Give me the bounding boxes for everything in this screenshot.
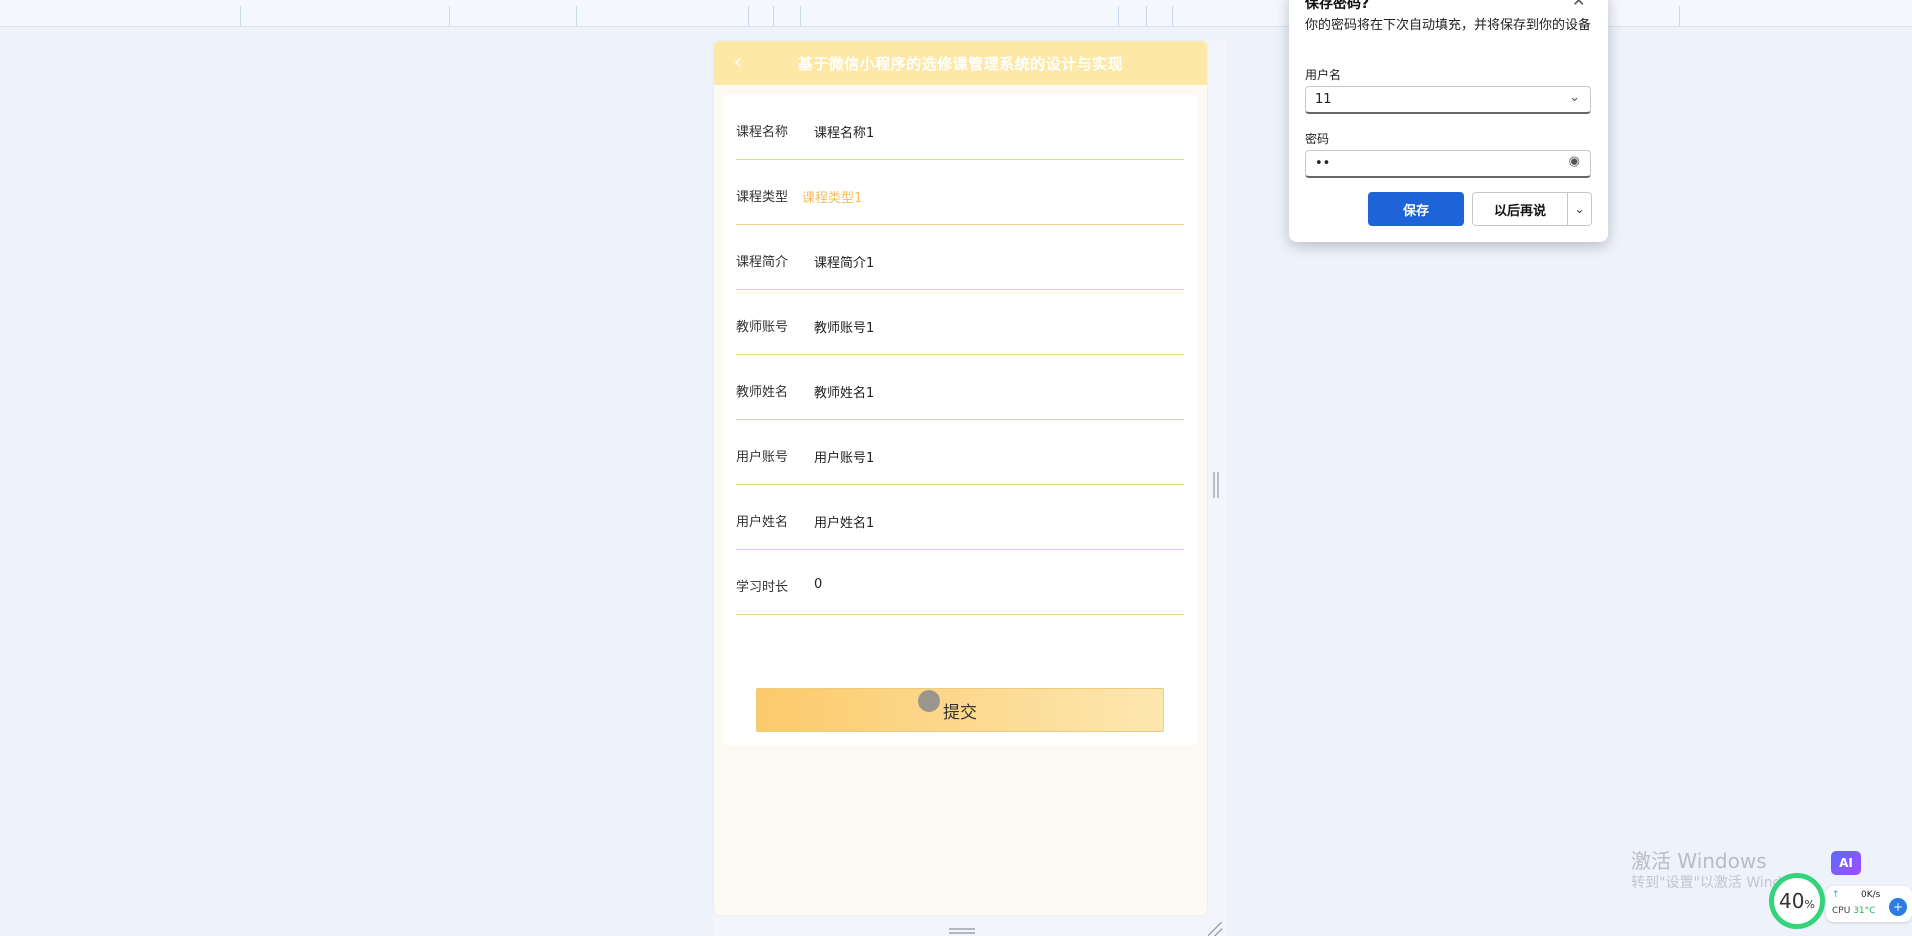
phone-screen: ‹ 基于微信小程序的选修课管理系统的设计与实现 课程名称 课程名称1 课程类型 … [714,41,1207,915]
more-options-chevron-icon[interactable]: ⌄ [1568,192,1592,226]
horizontal-resize-handle[interactable] [949,928,975,934]
top-ruler [0,0,1912,27]
cpu-temperature: CPU 31°C [1832,906,1875,916]
form-row-user-account: 用户账号 用户账号1 [736,420,1184,485]
popup-title: 保存密码? [1305,0,1370,12]
ruler-tick [449,6,450,26]
ruler-tick [748,6,749,26]
cpu-label: CPU [1832,906,1851,916]
ruler-tick [1679,6,1680,26]
form-row-course-intro: 课程简介 课程简介1 [736,225,1184,290]
eye-icon[interactable]: ◉ [1569,154,1580,169]
gauge-value: 40 [1779,889,1805,913]
field-label: 课程名称 [736,125,789,140]
back-arrow-icon[interactable]: ‹ [726,49,750,77]
submit-button[interactable]: 提交 [756,688,1164,732]
vertical-resize-handle[interactable] [1213,472,1219,498]
ruler-tick [1146,6,1147,26]
activation-watermark-title: 激活 Windows [1631,849,1767,873]
simulator-shell: ‹ 基于微信小程序的选修课管理系统的设计与实现 课程名称 课程名称1 课程类型 … [714,41,1226,936]
form-row-study-duration: 学习时长 0 [736,550,1184,615]
close-icon[interactable]: ✕ [1572,0,1585,10]
form-row-course-type: 课程类型 课程类型1 [736,160,1184,225]
teacher-account-input[interactable]: 教师账号1 [814,317,874,336]
navigation-bar: ‹ 基于微信小程序的选修课管理系统的设计与实现 [714,41,1207,85]
ruler-tick [1172,6,1173,26]
field-label: 课程类型 [736,190,789,205]
user-account-input[interactable]: 用户账号1 [814,447,874,466]
corner-resize-grip-icon[interactable] [1208,922,1222,936]
username-dropdown[interactable]: 11 ⌄ [1305,86,1591,114]
password-label: 密码 [1305,132,1330,146]
page-title: 基于微信小程序的选修课管理系统的设计与实现 [797,54,1124,73]
save-password-button[interactable]: 保存 [1368,192,1464,226]
form-row-course-name: 课程名称 课程名称1 [736,95,1184,160]
field-label: 学习时长 [736,580,789,595]
password-value: •• [1315,156,1331,171]
username-value: 11 [1315,92,1332,107]
touch-cursor-indicator [918,690,940,712]
user-name-input[interactable]: 用户姓名1 [814,512,874,531]
not-now-button[interactable]: 以后再说 [1472,192,1568,226]
course-name-input[interactable]: 课程名称1 [814,122,874,141]
cpu-temp-value: 31°C [1853,906,1876,916]
field-label: 教师姓名 [736,385,789,400]
course-type-picker[interactable]: 课程类型1 [802,187,862,206]
ruler-tick [1118,6,1119,26]
popup-description: 你的密码将在下次自动填充，并将保存到你的设备 [1305,18,1592,33]
field-label: 用户账号 [736,450,789,465]
chevron-down-icon[interactable]: ⌄ [1569,90,1580,105]
memory-usage-gauge[interactable]: 40% [1769,873,1825,929]
course-form: 课程名称 课程名称1 课程类型 课程类型1 课程简介 课程简介1 教师账号 教师… [724,95,1197,745]
form-row-user-name: 用户姓名 用户姓名1 [736,485,1184,550]
gauge-unit: % [1804,897,1815,911]
network-speed: 0K/s [1861,890,1881,900]
teacher-name-input[interactable]: 教师姓名1 [814,382,874,401]
form-row-teacher-account: 教师账号 教师账号1 [736,290,1184,355]
field-label: 教师账号 [736,320,789,335]
ruler-tick [240,6,241,26]
ruler-tick [576,6,577,26]
username-label: 用户名 [1305,68,1342,82]
add-icon[interactable]: + [1889,898,1907,916]
course-intro-input[interactable]: 课程简介1 [814,252,874,271]
field-label: 用户姓名 [736,515,789,530]
ai-assistant-icon[interactable]: AI [1831,851,1861,875]
study-duration-input[interactable]: 0 [814,577,822,592]
system-monitor-widget[interactable]: ↑ 0K/s CPU 31°C + [1826,886,1912,922]
ruler-tick [773,6,774,26]
form-row-teacher-name: 教师姓名 教师姓名1 [736,355,1184,420]
password-field[interactable]: •• ◉ [1305,150,1591,178]
field-label: 课程简介 [736,255,789,270]
save-password-popup: 保存密码? ✕ 你的密码将在下次自动填充，并将保存到你的设备 用户名 11 ⌄ … [1289,0,1608,242]
upload-arrow-icon: ↑ [1832,890,1840,900]
ruler-tick [800,6,801,26]
